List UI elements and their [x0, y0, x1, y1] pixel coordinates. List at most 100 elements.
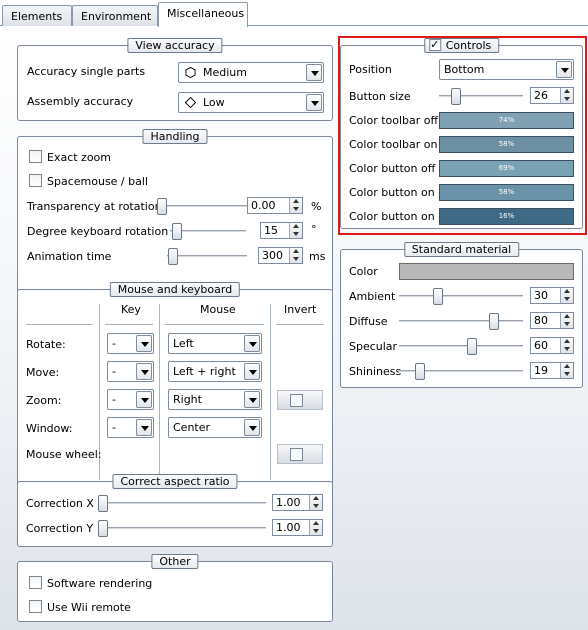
spin-arrows-icon[interactable]	[289, 198, 302, 213]
select-value: Right	[173, 393, 202, 406]
tab-elements[interactable]: Elements	[2, 5, 72, 26]
spacemouse-checkbox[interactable]	[29, 174, 42, 187]
window-mouse-select[interactable]: Center	[168, 417, 262, 438]
animation-unit: ms	[309, 250, 326, 263]
chevron-down-icon[interactable]	[306, 64, 322, 81]
degree-spinbox[interactable]: 15	[260, 222, 303, 239]
chevron-down-icon[interactable]	[136, 335, 152, 352]
degree-slider-thumb[interactable]	[172, 223, 182, 240]
tab-miscellaneous[interactable]: Miscellaneous	[158, 2, 248, 27]
animation-spinbox[interactable]: 300	[258, 247, 303, 264]
ambient-slider-thumb[interactable]	[433, 288, 443, 305]
shininess-slider-thumb[interactable]	[415, 363, 425, 380]
spin-arrows-icon[interactable]	[560, 363, 573, 378]
exact-zoom-checkbox[interactable]	[29, 150, 42, 163]
group-title: View accuracy	[127, 38, 223, 53]
spacemouse-label: Spacemouse / ball	[47, 175, 148, 188]
color-button-on-1-swatch[interactable]: 58%	[439, 184, 574, 201]
correction-y-slider-thumb[interactable]	[98, 520, 108, 537]
software-rendering-checkbox[interactable]	[29, 576, 42, 589]
assembly-accuracy-label: Assembly accuracy	[27, 95, 134, 108]
move-mouse-select[interactable]: Left + right	[168, 361, 262, 382]
chevron-down-icon[interactable]	[136, 391, 152, 408]
window-key-select[interactable]: -	[107, 417, 154, 438]
zoom-invert-toggle[interactable]	[277, 390, 323, 410]
transparency-slider-track[interactable]	[157, 205, 247, 208]
rotate-key-select[interactable]: -	[107, 333, 154, 354]
diffuse-spinbox[interactable]: 80	[530, 312, 574, 329]
mouse-wheel-invert-checkbox[interactable]	[290, 448, 303, 461]
color-toolbar-off-swatch[interactable]: 74%	[439, 112, 574, 129]
divider	[105, 324, 153, 325]
aspect-ratio-group: Correct aspect ratio Correction X 1.00 C…	[17, 474, 333, 547]
color-button-on-2-swatch[interactable]: 16%	[439, 208, 574, 225]
chevron-down-icon[interactable]	[244, 391, 260, 408]
group-title: Correct aspect ratio	[112, 474, 238, 489]
tab-label: Miscellaneous	[167, 7, 245, 20]
select-value: Left + right	[173, 365, 236, 378]
chevron-down-icon[interactable]	[136, 363, 152, 380]
accuracy-single-parts-select[interactable]: Medium	[178, 62, 324, 83]
chevron-down-icon[interactable]	[136, 419, 152, 436]
transparency-unit: %	[311, 200, 322, 213]
spin-arrows-icon[interactable]	[560, 338, 573, 353]
spin-arrows-icon[interactable]	[289, 248, 302, 263]
spin-value: 26	[534, 89, 548, 102]
color-button-on-2-label: Color button on 2	[349, 210, 446, 223]
chevron-down-icon[interactable]	[244, 335, 260, 352]
diffuse-slider-track[interactable]	[399, 320, 523, 323]
position-select[interactable]: Bottom	[439, 59, 574, 80]
correction-x-slider-thumb[interactable]	[98, 495, 108, 512]
spin-value: 1.00	[276, 521, 301, 534]
correction-x-spinbox[interactable]: 1.00	[272, 494, 323, 511]
correction-y-slider-track[interactable]	[98, 527, 266, 530]
rotate-mouse-select[interactable]: Left	[168, 333, 262, 354]
move-key-select[interactable]: -	[107, 361, 154, 382]
shininess-spinbox[interactable]: 19	[530, 362, 574, 379]
chevron-down-icon[interactable]	[306, 94, 322, 111]
correction-x-slider-track[interactable]	[98, 502, 266, 505]
controls-checkbox[interactable]: ✓	[428, 39, 441, 51]
spin-arrows-icon[interactable]	[560, 313, 573, 328]
spin-arrows-icon[interactable]	[289, 223, 302, 238]
group-title: Other	[151, 554, 199, 569]
tab-environment[interactable]: Environment	[72, 5, 158, 26]
color-button-off-swatch[interactable]: 69%	[439, 160, 574, 177]
ambient-spinbox[interactable]: 30	[530, 287, 574, 304]
diffuse-slider-thumb[interactable]	[489, 313, 499, 330]
material-color-swatch[interactable]	[399, 263, 574, 280]
ambient-slider-track[interactable]	[399, 295, 523, 298]
select-value: Bottom	[444, 63, 485, 76]
chevron-down-icon[interactable]	[556, 61, 572, 78]
spin-arrows-icon[interactable]	[309, 495, 322, 510]
color-percent: 16%	[498, 212, 515, 220]
specular-slider-thumb[interactable]	[467, 338, 477, 355]
spin-arrows-icon[interactable]	[560, 288, 573, 303]
wii-remote-checkbox[interactable]	[29, 600, 42, 613]
assembly-accuracy-select[interactable]: Low	[178, 92, 324, 113]
animation-slider-thumb[interactable]	[168, 248, 178, 265]
specular-slider-track[interactable]	[399, 345, 523, 348]
mouse-wheel-invert-toggle[interactable]	[277, 444, 323, 464]
position-label: Position	[349, 63, 392, 76]
chevron-down-icon[interactable]	[244, 419, 260, 436]
color-toolbar-off-label: Color toolbar off	[349, 114, 439, 127]
spin-arrows-icon[interactable]	[560, 88, 573, 103]
correction-y-spinbox[interactable]: 1.00	[272, 519, 323, 536]
zoom-key-select[interactable]: -	[107, 389, 154, 410]
zoom-mouse-select[interactable]: Right	[168, 389, 262, 410]
view-accuracy-group: View accuracy Accuracy single parts Medi…	[17, 38, 333, 121]
select-value: -	[112, 365, 116, 378]
specular-spinbox[interactable]: 60	[530, 337, 574, 354]
zoom-invert-checkbox[interactable]	[290, 394, 303, 407]
color-toolbar-on-swatch[interactable]: 58%	[439, 136, 574, 153]
spin-arrows-icon[interactable]	[309, 520, 322, 535]
chevron-down-icon[interactable]	[244, 363, 260, 380]
color-percent: 74%	[498, 116, 515, 124]
transparency-spinbox[interactable]: 0.00	[247, 197, 303, 214]
transparency-slider-thumb[interactable]	[157, 198, 167, 215]
controls-title[interactable]: ✓ Controls	[423, 38, 500, 53]
button-size-slider-thumb[interactable]	[451, 88, 461, 105]
animation-slider-track[interactable]	[167, 255, 247, 258]
button-size-spinbox[interactable]: 26	[530, 87, 574, 104]
